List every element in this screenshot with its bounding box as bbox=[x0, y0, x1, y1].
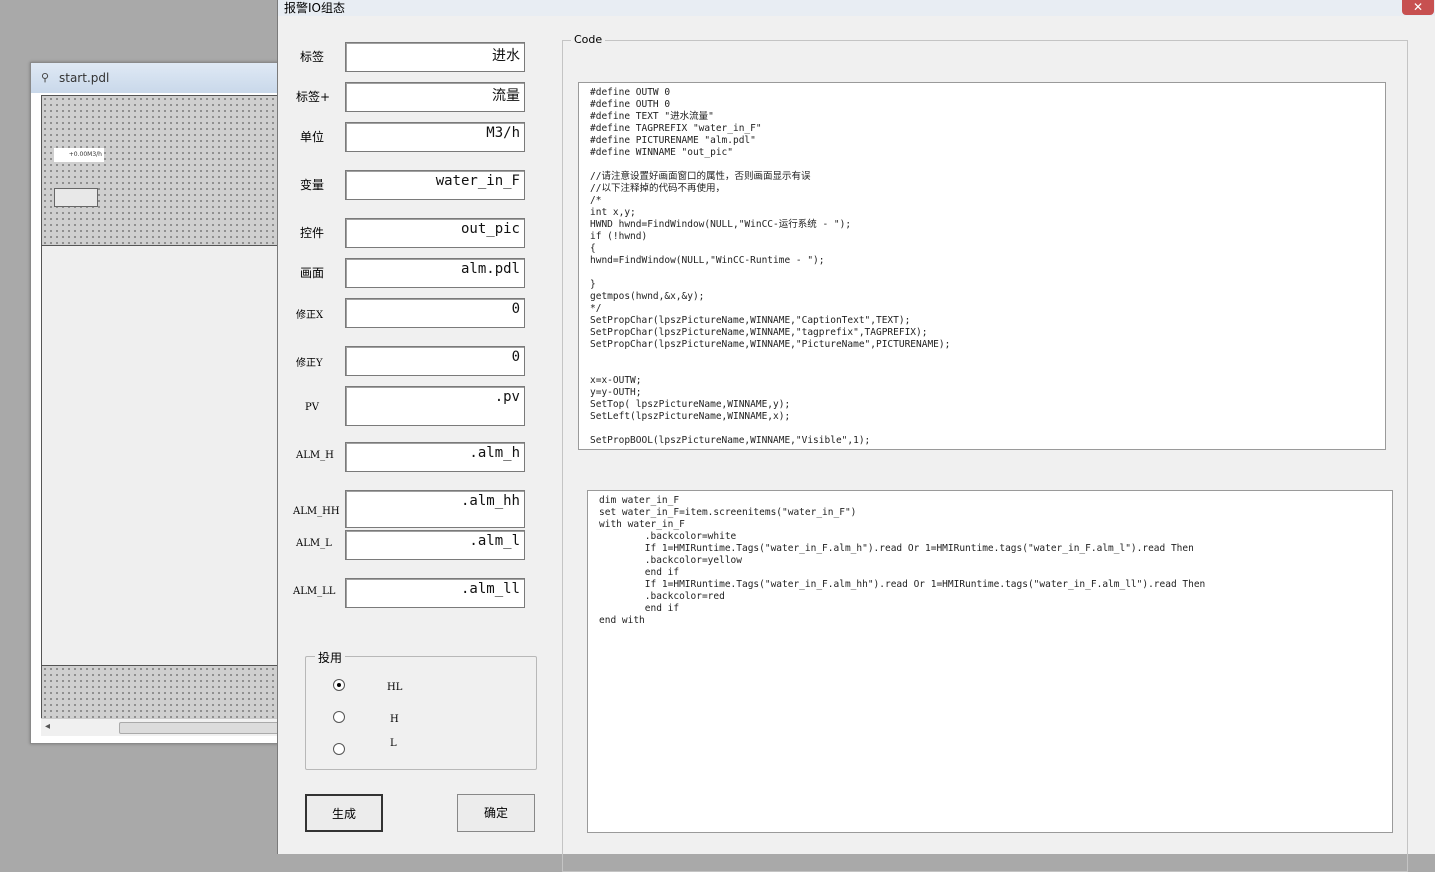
alm-hh-input[interactable]: .alm_hh bbox=[345, 490, 525, 528]
horizontal-scrollbar[interactable]: ◂ bbox=[41, 718, 291, 736]
alm-ll-input[interactable]: .alm_ll bbox=[345, 578, 525, 608]
picture-input[interactable]: alm.pdl bbox=[345, 258, 525, 288]
label-unit: 单位 bbox=[300, 130, 325, 144]
label-tag: 标签 bbox=[300, 50, 325, 64]
radio-h[interactable] bbox=[333, 711, 345, 723]
label-alm-l: ALM_L bbox=[296, 538, 332, 549]
label-picture: 画面 bbox=[300, 266, 325, 280]
scroll-thumb[interactable] bbox=[119, 722, 291, 734]
c-script-editor[interactable]: #define OUTW 0 #define OUTH 0 #define TE… bbox=[578, 82, 1386, 450]
pv-input[interactable]: .pv bbox=[345, 386, 525, 426]
label-offset-y: 修正Y bbox=[296, 358, 323, 369]
offset-x-input[interactable]: 0 bbox=[345, 298, 525, 328]
io-field-object[interactable]: +0.00M3/h bbox=[54, 148, 104, 162]
radio-hl[interactable] bbox=[333, 679, 345, 691]
label-tag-plus: 标签+ bbox=[296, 90, 331, 104]
editor-app-icon: ⚲ bbox=[41, 71, 50, 84]
variable-input[interactable]: water_in_F bbox=[345, 170, 525, 200]
close-button[interactable]: ✕ bbox=[1402, 0, 1434, 15]
label-alm-ll: ALM_LL bbox=[293, 586, 336, 597]
unit-input[interactable]: M3/h bbox=[345, 122, 525, 152]
alm-l-input[interactable]: .alm_l bbox=[345, 530, 525, 560]
label-variable: 变量 bbox=[300, 178, 325, 192]
ok-button[interactable]: 确定 bbox=[457, 794, 535, 832]
scroll-left-icon[interactable]: ◂ bbox=[45, 721, 50, 732]
canvas-header-area[interactable]: +0.00M3/h bbox=[41, 95, 292, 246]
alarm-io-config-dialog: 报警IO组态 ✕ 标签 标签+ 单位 变量 控件 画面 修正X 修正Y PV A… bbox=[277, 0, 1435, 872]
control-input[interactable]: out_pic bbox=[345, 218, 525, 248]
enable-group-title: 投用 bbox=[315, 649, 346, 666]
radio-l[interactable] bbox=[333, 743, 345, 755]
dialog-title: 报警IO组态 bbox=[284, 1, 345, 15]
vbs-script-editor[interactable]: dim water_in_F set water_in_F=item.scree… bbox=[587, 490, 1393, 833]
tag-plus-input[interactable]: 流量 bbox=[345, 82, 525, 112]
label-offset-x: 修正X bbox=[296, 310, 324, 321]
label-pv: PV bbox=[305, 402, 319, 413]
label-alm-h: ALM_H bbox=[296, 450, 334, 461]
offset-y-input[interactable]: 0 bbox=[345, 346, 525, 376]
alm-h-input[interactable]: .alm_h bbox=[345, 442, 525, 472]
label-alm-hh: ALM_HH bbox=[293, 506, 340, 517]
canvas-body[interactable] bbox=[41, 245, 292, 666]
dialog-titlebar[interactable]: 报警IO组态 bbox=[278, 0, 1435, 16]
radio-h-label: H bbox=[390, 714, 399, 725]
radio-l-label: L bbox=[390, 738, 397, 749]
code-group-title: Code bbox=[571, 33, 606, 46]
generate-button[interactable]: 生成 bbox=[305, 794, 383, 832]
tag-input[interactable]: 进水 bbox=[345, 42, 525, 72]
editor-title: start.pdl bbox=[59, 71, 110, 85]
background-editor-window: ⚲ start.pdl +0.00M3/h ◂ bbox=[30, 62, 292, 744]
button-object[interactable] bbox=[54, 188, 98, 207]
radio-hl-label: HL bbox=[387, 682, 403, 693]
label-control: 控件 bbox=[300, 226, 325, 240]
editor-titlebar[interactable]: ⚲ start.pdl bbox=[31, 63, 291, 93]
canvas-footer-area[interactable] bbox=[41, 665, 292, 718]
